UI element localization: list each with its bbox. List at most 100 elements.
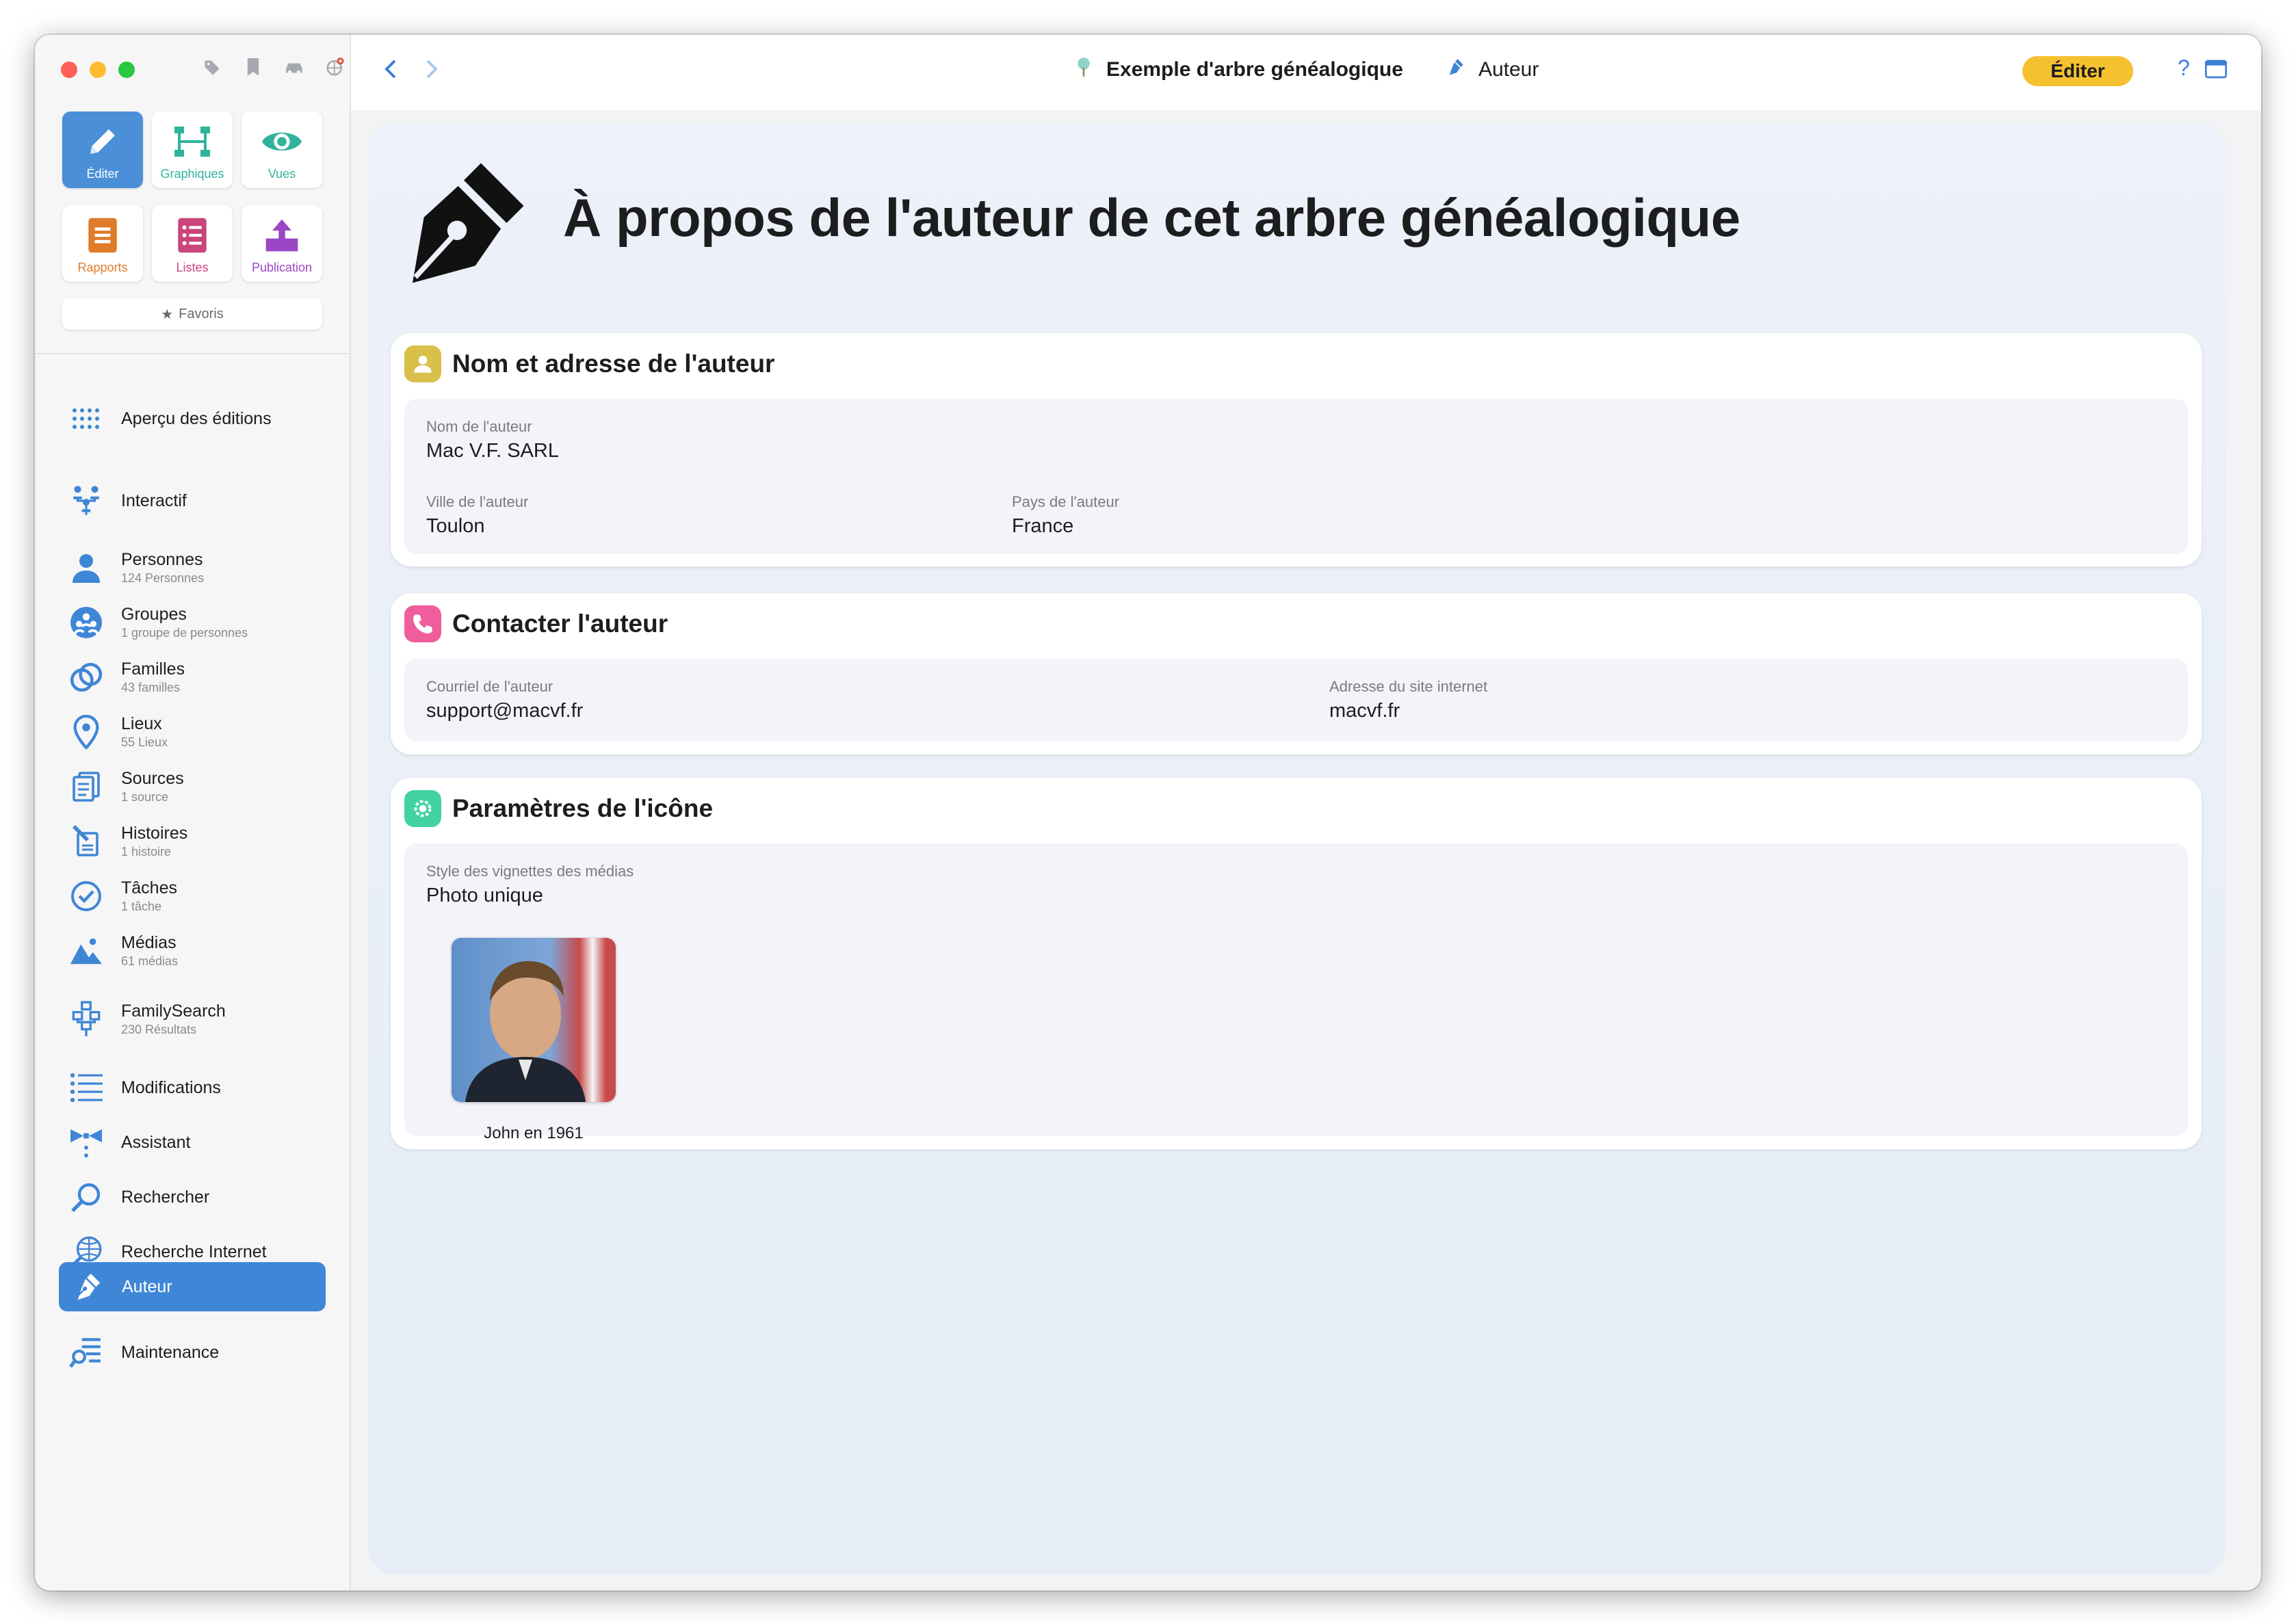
photo-caption: John en 1961 [484,1124,584,1142]
tile-reports[interactable]: Rapports [62,205,143,282]
sidebar-item-maintenance[interactable]: Maintenance [58,1331,325,1374]
field-label: Pays de l'auteur [1012,493,1120,510]
car-icon[interactable] [281,54,307,80]
author-city-field[interactable]: Ville de l'auteur Toulon [426,493,528,538]
card-title: Nom et adresse de l'auteur [452,350,775,378]
author-name-card: Nom et adresse de l'auteur Nom de l'aute… [391,333,2202,566]
field-label: Ville de l'auteur [426,493,529,510]
back-button[interactable] [377,55,404,83]
list-lines-icon [66,1068,106,1108]
eye-icon [261,120,303,163]
thumbnail-style-field[interactable]: Style des vignettes des médias Photo uni… [426,863,634,907]
nav-title: Personnes [121,550,203,569]
sidebar-item-interactif[interactable]: Interactif [58,479,325,523]
sidebar-item-groupes[interactable]: Groupes 1 groupe de personnes [58,601,325,644]
card-header: Paramètres de l'icône [404,790,713,827]
sidebar-item-lieux[interactable]: Lieux 55 Lieux [58,710,325,754]
nav-count: 43 familles [121,681,181,694]
breadcrumb-page-name[interactable]: Auteur [1478,58,1539,81]
publish-icon [261,214,303,257]
sidebar-item-auteur[interactable]: Auteur [59,1262,326,1311]
tile-label: Éditer [86,167,119,181]
nav-title: Médias [121,933,177,952]
sidebar-item-rechercher[interactable]: Rechercher [58,1175,325,1219]
help-button[interactable]: ? [2178,55,2190,81]
contact-card-icon [404,345,441,382]
report-icon [81,214,124,257]
nav-count: 1 groupe de personnes [121,626,248,640]
tile-charts[interactable]: Graphiques [152,112,233,188]
favorites-label: Favoris [179,306,224,322]
tile-publication[interactable]: Publication [242,205,322,282]
grid-dots-icon [66,399,106,438]
favorites-button[interactable]: ★ Favoris [62,298,322,330]
nav-title: Groupes [121,605,187,624]
tile-lists[interactable]: Listes [152,205,233,282]
sync-globe-icon[interactable] [322,54,348,80]
nav-title: FamilySearch [121,1001,226,1021]
field-value: Photo unique [426,885,543,906]
interactive-tree-icon [66,481,106,521]
sidebar-item-personnes[interactable]: Personnes 124 Personnes [58,546,325,590]
card-body: Nom de l'auteur Mac V.F. SARL Ville de l… [404,399,2188,554]
sidebar-item-apercu[interactable]: Aperçu des éditions [58,397,325,441]
nav-title: Familles [121,659,185,679]
tile-edit[interactable]: Éditer [62,112,143,188]
card-body: Style des vignettes des médias Photo uni… [404,843,2188,1136]
portrait-illustration [465,961,586,1102]
sidebar-item-histoires[interactable]: Histoires 1 histoire [58,820,325,863]
tree-icon [1075,57,1093,83]
nav-title: Interactif [121,490,187,510]
card-title: Paramètres de l'icône [452,794,714,822]
zoom-window-button[interactable] [118,62,135,78]
field-label: Adresse du site internet [1329,678,1488,695]
tile-label: Listes [176,261,209,274]
gear-icon [404,790,441,827]
nav-count: 230 Résultats [121,1023,197,1036]
pencil-icon [81,120,124,163]
window-controls [61,62,135,78]
sidebar-item-modifications[interactable]: Modifications [58,1066,325,1110]
sidebar-item-familles[interactable]: Familles 43 familles [58,655,325,699]
author-email-field[interactable]: Courriel de l'auteur support@macvf.fr [426,678,583,722]
sidebar-item-taches[interactable]: Tâches 1 tâche [58,874,325,918]
divider [35,353,350,354]
sidebar-item-assistant[interactable]: Assistant [58,1121,325,1164]
phone-icon [404,605,441,642]
nav-title: Tâches [121,878,177,898]
bookmark-icon[interactable] [240,54,266,80]
nav-title: Modifications [121,1077,221,1097]
tag-icon[interactable] [199,54,225,80]
field-label: Nom de l'auteur [426,418,532,435]
author-name-field[interactable]: Nom de l'auteur Mac V.F. SARL [426,418,559,462]
app-window: Éditer Graphiques Vues Rapports Listes P… [35,35,2261,1590]
sidebar-item-sources[interactable]: Sources 1 source [58,765,325,809]
nav-count: 1 source [121,790,169,804]
page-title: À propos de l'auteur de cet arbre généal… [563,187,1740,248]
sidebar-item-medias[interactable]: Médias 61 médias [58,929,325,973]
sidebar-toggle-icon[interactable] [2205,60,2227,82]
edit-button[interactable]: Éditer [2022,56,2133,86]
author-country-field[interactable]: Pays de l'auteur France [1012,493,1119,538]
documents-icon [66,767,106,807]
fountain-pen-icon [67,1267,107,1307]
nav-count: 1 histoire [121,845,172,859]
field-value: macvf.fr [1329,700,1400,722]
website-field[interactable]: Adresse du site internet macvf.fr [1329,678,1487,722]
nav-count: 1 tâche [121,900,162,913]
forward-button[interactable] [418,55,445,83]
nav-title: Histoires [121,824,188,843]
field-value: support@macvf.fr [426,700,584,722]
minimize-window-button[interactable] [90,62,106,78]
close-window-button[interactable] [61,62,77,78]
nav-title: Auteur [122,1276,172,1296]
portrait-photo[interactable] [452,938,616,1102]
nav-title: Recherche Internet [121,1242,267,1261]
field-label: Style des vignettes des médias [426,863,634,880]
sidebar-item-familysearch[interactable]: FamilySearch 230 Résultats [58,997,325,1041]
sidebar-toolbar [199,54,348,80]
nav-title: Sources [121,769,184,788]
bowtie-icon [66,1123,106,1162]
breadcrumb-tree-name[interactable]: Exemple d'arbre généalogique [1106,58,1403,81]
tile-views[interactable]: Vues [242,112,322,188]
